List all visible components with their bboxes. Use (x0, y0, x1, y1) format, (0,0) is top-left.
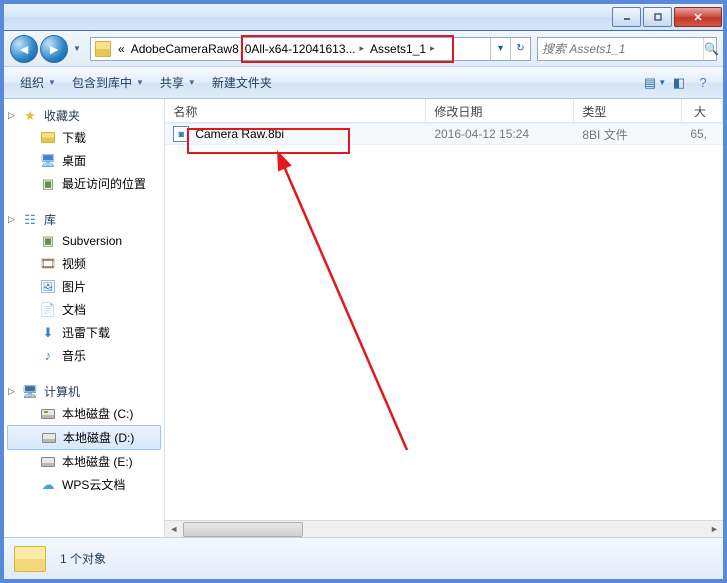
file-list-area: 名称 修改日期 类型 大小 ◙ Camera Raw.8bi 2016-04-12… (165, 99, 723, 537)
organize-menu[interactable]: 组织▼ (12, 67, 64, 98)
preview-pane-button[interactable]: ◧ (667, 75, 691, 91)
close-button[interactable] (674, 7, 722, 27)
h-scrollbar[interactable]: ◄► (165, 520, 723, 537)
address-bar[interactable]: « AdobeCameraRaw8 0All-x64-12041613...▸ … (90, 37, 531, 61)
breadcrumb-seg-2[interactable]: 0All-x64-12041613...▸ (242, 38, 367, 60)
folder-icon (14, 546, 46, 572)
statusbar: 1 个对象 (4, 537, 723, 579)
breadcrumb-seg-3[interactable]: Assets1_1▸ (367, 38, 438, 60)
file-icon: ◙ (173, 126, 189, 142)
titlebar (4, 4, 723, 31)
favorites-group[interactable]: ▷★收藏夹 (4, 105, 164, 126)
sidebar-recent[interactable]: ▣最近访问的位置 (4, 172, 164, 195)
folder-icon (95, 41, 111, 57)
body: ▷★收藏夹 下载 🖥桌面 ▣最近访问的位置 ▷☷库 ▣Subversion 🎞视… (4, 99, 723, 537)
search-icon[interactable]: 🔍 (703, 38, 719, 60)
file-date: 2016-04-12 15:24 (426, 127, 574, 141)
column-header: 名称 修改日期 类型 大小 (165, 99, 723, 123)
file-name: Camera Raw.8bi (195, 127, 284, 141)
search-input[interactable] (538, 42, 703, 56)
sidebar-documents[interactable]: 📄文档 (4, 298, 164, 321)
include-library-menu[interactable]: 包含到库中▼ (64, 67, 152, 98)
sidebar-music[interactable]: ♪音乐 (4, 344, 164, 367)
view-button[interactable]: ▤ ▼ (643, 75, 667, 91)
help-button[interactable]: ? (691, 75, 715, 90)
address-row: ◄ ► ▼ « AdobeCameraRaw8 0All-x64-1204161… (4, 31, 723, 67)
refresh-button[interactable]: ↻ (510, 38, 530, 60)
breadcrumb-prefix[interactable]: « (115, 38, 128, 60)
share-menu[interactable]: 共享▼ (152, 67, 204, 98)
minimize-button[interactable] (612, 7, 641, 27)
sidebar-disk-c[interactable]: 本地磁盘 (C:) (4, 402, 164, 425)
sidebar-downloads[interactable]: 下载 (4, 126, 164, 149)
explorer-window: ◄ ► ▼ « AdobeCameraRaw8 0All-x64-1204161… (0, 0, 727, 583)
nav-arrows: ◄ ► ▼ (10, 35, 84, 63)
sidebar-subversion[interactable]: ▣Subversion (4, 230, 164, 252)
sidebar-thunder[interactable]: ⬇迅雷下载 (4, 321, 164, 344)
file-size: 65, (682, 127, 723, 141)
col-name[interactable]: 名称 (165, 99, 426, 122)
file-row[interactable]: ◙Camera Raw.8bi 2016-04-12 15:24 8BI 文件 … (165, 123, 723, 145)
back-button[interactable]: ◄ (10, 35, 38, 63)
sidebar-desktop[interactable]: 🖥桌面 (4, 149, 164, 172)
toolbar: 组织▼ 包含到库中▼ 共享▼ 新建文件夹 ▤ ▼ ◧ ? (4, 67, 723, 99)
computer-group[interactable]: ▷🖥计算机 (4, 381, 164, 402)
maximize-button[interactable] (643, 7, 672, 27)
status-count: 1 个对象 (60, 550, 106, 567)
file-type: 8BI 文件 (574, 126, 682, 143)
sidebar-video[interactable]: 🎞视频 (4, 252, 164, 275)
col-type[interactable]: 类型 (574, 99, 682, 122)
nav-history-dropdown[interactable]: ▼ (70, 39, 84, 59)
breadcrumb-seg-1[interactable]: AdobeCameraRaw8 (128, 38, 242, 60)
sidebar-disk-d[interactable]: 本地磁盘 (D:) (7, 425, 161, 450)
col-size[interactable]: 大小 (682, 99, 723, 122)
forward-button[interactable]: ► (40, 35, 68, 63)
addr-dropdown-button[interactable]: ▾ (490, 38, 510, 60)
search-box[interactable]: 🔍 (537, 37, 717, 61)
new-folder-button[interactable]: 新建文件夹 (204, 67, 280, 98)
sidebar: ▷★收藏夹 下载 🖥桌面 ▣最近访问的位置 ▷☷库 ▣Subversion 🎞视… (4, 99, 165, 537)
sidebar-pictures[interactable]: 🖼图片 (4, 275, 164, 298)
col-date[interactable]: 修改日期 (426, 99, 574, 122)
sidebar-wps-cloud[interactable]: ☁WPS云文档 (4, 473, 164, 496)
sidebar-disk-e[interactable]: 本地磁盘 (E:) (4, 450, 164, 473)
library-group[interactable]: ▷☷库 (4, 209, 164, 230)
